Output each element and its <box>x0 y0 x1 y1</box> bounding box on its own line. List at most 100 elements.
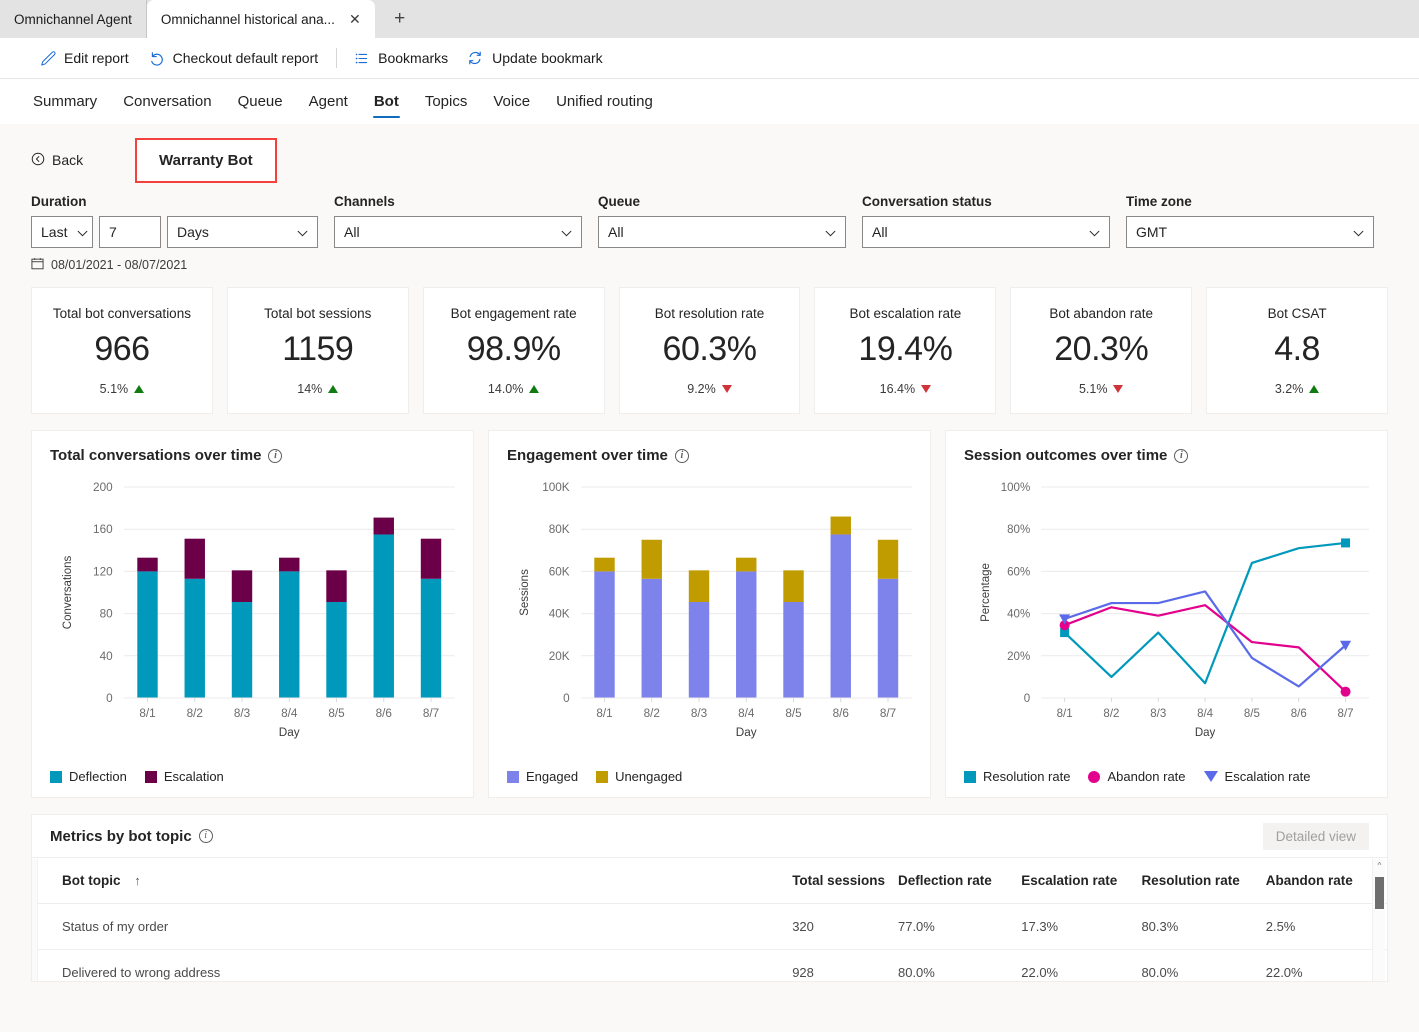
duration-unit-select[interactable]: Days <box>167 216 318 248</box>
tab-agent-label: Agent <box>308 93 348 110</box>
svg-text:80K: 80K <box>549 523 570 536</box>
bot-name-chip: Warranty Bot <box>135 137 277 183</box>
chart-legend-session-outcomes: Resolution rate Abandon rate Escalation ra… <box>964 769 1311 784</box>
edit-report-label: Edit report <box>64 50 129 66</box>
tab-agent[interactable]: Agent <box>296 79 361 124</box>
legend-circle-icon <box>1088 770 1101 783</box>
svg-text:8/2: 8/2 <box>1103 708 1119 720</box>
info-icon[interactable]: i <box>1174 448 1189 463</box>
edit-report-button[interactable]: Edit report <box>33 46 141 71</box>
cell-deflection-rate: 80.0% <box>897 949 1022 981</box>
checkout-default-report-button[interactable]: Checkout default report <box>141 45 331 71</box>
tab-topics[interactable]: Topics <box>412 79 481 124</box>
tab-voice[interactable]: Voice <box>480 79 543 124</box>
close-icon[interactable]: ✕ <box>349 12 361 26</box>
tab-bot[interactable]: Bot <box>361 79 412 124</box>
svg-text:0: 0 <box>106 692 113 705</box>
legend-item[interactable]: Resolution rate <box>964 769 1070 784</box>
chart-title-label: Engagement over time <box>507 447 668 464</box>
time-zone-value: GMT <box>1136 224 1168 240</box>
browser-tab-strip: Omnichannel Agent Omnichannel historical… <box>0 0 1419 38</box>
kpi-value: 98.9% <box>466 330 561 368</box>
duration-amount-value: 7 <box>109 224 117 240</box>
tab-conversation[interactable]: Conversation <box>110 79 224 124</box>
column-header-bot-topic[interactable]: Bot topic ↑ <box>32 858 793 904</box>
browser-tab-historical-analytics[interactable]: Omnichannel historical ana... ✕ <box>146 0 375 38</box>
cell-escalation-rate: 17.3% <box>1021 903 1142 950</box>
scrollbar-thumb[interactable] <box>1375 877 1384 909</box>
date-range-display: 08/01/2021 - 08/07/2021 <box>31 257 1388 273</box>
svg-text:8/3: 8/3 <box>234 707 250 720</box>
detailed-view-button[interactable]: Detailed view <box>1262 822 1369 850</box>
bookmarks-button[interactable]: Bookmarks <box>347 46 460 71</box>
svg-text:8/3: 8/3 <box>1150 708 1166 720</box>
tab-voice-label: Voice <box>493 93 531 110</box>
svg-text:8/2: 8/2 <box>644 707 660 720</box>
column-header-total-sessions[interactable]: Total sessions <box>792 858 898 904</box>
pencil-icon <box>39 50 56 67</box>
tab-unified-routing[interactable]: Unified routing <box>543 79 666 124</box>
back-button[interactable]: Back <box>31 152 141 169</box>
trend-up-icon <box>529 385 540 393</box>
svg-text:Day: Day <box>279 726 300 739</box>
table-vertical-scrollbar[interactable]: ^ <box>1372 859 1385 981</box>
conversation-status-select[interactable]: All <box>862 216 1110 248</box>
column-header-resolution-rate[interactable]: Resolution rate <box>1141 858 1266 904</box>
conversation-status-value: All <box>872 224 888 240</box>
time-zone-select[interactable]: GMT <box>1126 216 1374 248</box>
chevron-down-icon <box>551 224 572 240</box>
kpi-title: Bot CSAT <box>1267 306 1327 321</box>
svg-text:8/5: 8/5 <box>1244 708 1260 720</box>
chart-plot-session-outcomes: 0 20% 40% 60% 80% 100% 8/1 8/2 8/3 8/4 8/5 8/6 8/7 Da… <box>946 471 1387 756</box>
channels-select[interactable]: All <box>334 216 582 248</box>
kpi-value: 60.3% <box>662 330 757 368</box>
browser-tab-label: Omnichannel Agent <box>14 11 132 27</box>
legend-label: Deflection <box>69 769 127 784</box>
svg-text:8/4: 8/4 <box>281 707 298 720</box>
cell-total-sessions: 320 <box>792 903 898 950</box>
svg-text:80: 80 <box>100 608 113 621</box>
legend-item[interactable]: Engaged <box>507 769 578 784</box>
kpi-card: Total bot conversations 966 5.1% <box>31 287 213 414</box>
revert-icon <box>147 49 165 67</box>
svg-text:60%: 60% <box>1007 566 1030 578</box>
tab-unified-routing-label: Unified routing <box>556 93 653 110</box>
queue-select[interactable]: All <box>598 216 846 248</box>
tab-summary[interactable]: Summary <box>33 79 110 124</box>
cell-resolution-rate: 80.0% <box>1141 949 1266 981</box>
legend-item[interactable]: Deflection <box>50 769 127 784</box>
table-row[interactable]: Delivered to wrong address 928 80.0% 22.0% 8… <box>32 949 1387 981</box>
svg-text:Day: Day <box>1195 727 1216 739</box>
duration-relation-select[interactable]: Last <box>31 216 93 248</box>
svg-text:Percentage: Percentage <box>980 563 992 622</box>
legend-item[interactable]: Escalation rate <box>1203 769 1311 784</box>
info-icon[interactable]: i <box>674 448 689 463</box>
update-bookmark-button[interactable]: Update bookmark <box>460 45 615 71</box>
legend-triangle-icon <box>1203 771 1218 782</box>
legend-square-icon <box>964 770 976 783</box>
chart-plot-total-conversations: 0 40 80 120 160 200 8/1 8/2 8/3 8/4 8/5 8/6 8/7 Day Co… <box>32 471 473 756</box>
tab-queue[interactable]: Queue <box>225 79 296 124</box>
legend-item[interactable]: Escalation <box>144 769 224 784</box>
column-header-deflection-rate[interactable]: Deflection rate <box>897 858 1022 904</box>
info-icon[interactable]: i <box>198 829 213 843</box>
new-tab-icon[interactable]: + <box>385 4 415 34</box>
toolbar-divider <box>336 48 338 68</box>
legend-item[interactable]: Unengaged <box>596 769 682 784</box>
legend-label: Abandon rate <box>1107 769 1186 784</box>
legend-square-icon <box>507 770 519 783</box>
kpi-delta-value: 14% <box>297 382 323 396</box>
table-row[interactable]: Status of my order 320 77.0% 17.3% 80.3% 2.5% <box>32 903 1387 950</box>
chart-title-total-conversations: Total conversations over time i <box>32 431 473 464</box>
column-header-escalation-rate[interactable]: Escalation rate <box>1021 858 1142 904</box>
duration-amount-input[interactable]: 7 <box>99 216 161 248</box>
column-header-abandon-rate[interactable]: Abandon rate <box>1265 858 1387 904</box>
svg-text:0: 0 <box>563 692 570 705</box>
chart-title-label: Session outcomes over time <box>964 447 1168 464</box>
drillthrough-header: Back Warranty Bot <box>31 124 1388 183</box>
scroll-up-icon[interactable]: ^ <box>1375 862 1384 870</box>
legend-item[interactable]: Abandon rate <box>1088 769 1186 784</box>
browser-tab-omnichannel-agent[interactable]: Omnichannel Agent <box>0 0 147 38</box>
info-icon[interactable]: i <box>268 448 283 463</box>
svg-text:8/2: 8/2 <box>187 707 203 720</box>
